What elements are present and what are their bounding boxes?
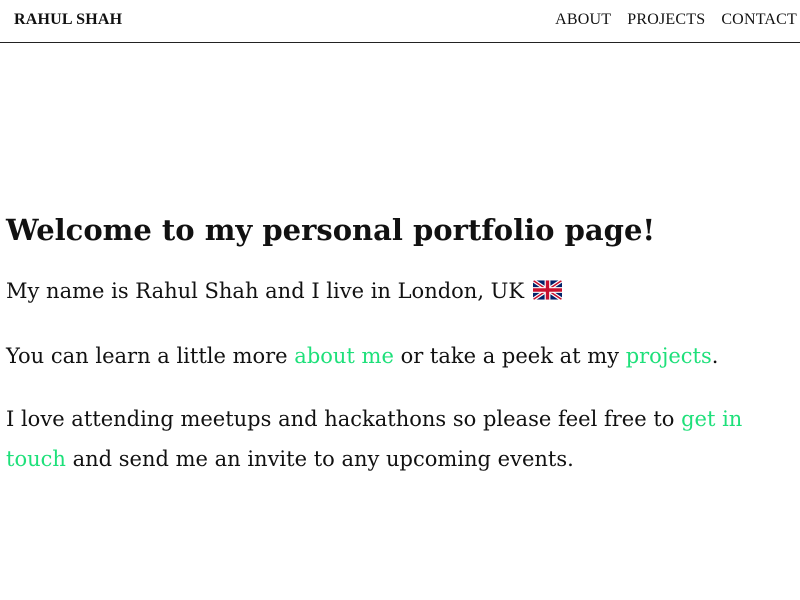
nav-links: ABOUT PROJECTS CONTACT bbox=[555, 11, 797, 29]
intro-paragraph: My name is Rahul Shah and I live in Lond… bbox=[6, 271, 796, 313]
learn-more-middle: or take a peek at my bbox=[393, 344, 626, 368]
top-navbar: RAHUL SHAH ABOUT PROJECTS CONTACT bbox=[0, 0, 800, 43]
meetups-suffix: and send me an invite to any upcoming ev… bbox=[65, 447, 574, 471]
meetups-prefix: I love attending meetups and hackathons … bbox=[6, 407, 682, 431]
learn-more-paragraph: You can learn a little more about me or … bbox=[6, 336, 796, 376]
meetups-paragraph: I love attending meetups and hackathons … bbox=[6, 399, 796, 479]
nav-link-contact[interactable]: CONTACT bbox=[721, 11, 797, 29]
about-me-link[interactable]: about me bbox=[294, 344, 394, 368]
intro-text: My name is Rahul Shah and I live in Lond… bbox=[6, 279, 525, 303]
main-content: Welcome to my personal portfolio page! M… bbox=[6, 208, 796, 479]
learn-more-suffix: . bbox=[711, 344, 719, 368]
page-heading: Welcome to my personal portfolio page! bbox=[6, 213, 656, 247]
learn-more-prefix: You can learn a little more bbox=[6, 344, 295, 368]
nav-link-about[interactable]: ABOUT bbox=[555, 11, 611, 29]
projects-link[interactable]: projects bbox=[626, 344, 712, 368]
brand-link[interactable]: RAHUL SHAH bbox=[14, 11, 122, 29]
uk-flag-icon bbox=[532, 273, 562, 313]
nav-link-projects[interactable]: PROJECTS bbox=[627, 11, 705, 29]
